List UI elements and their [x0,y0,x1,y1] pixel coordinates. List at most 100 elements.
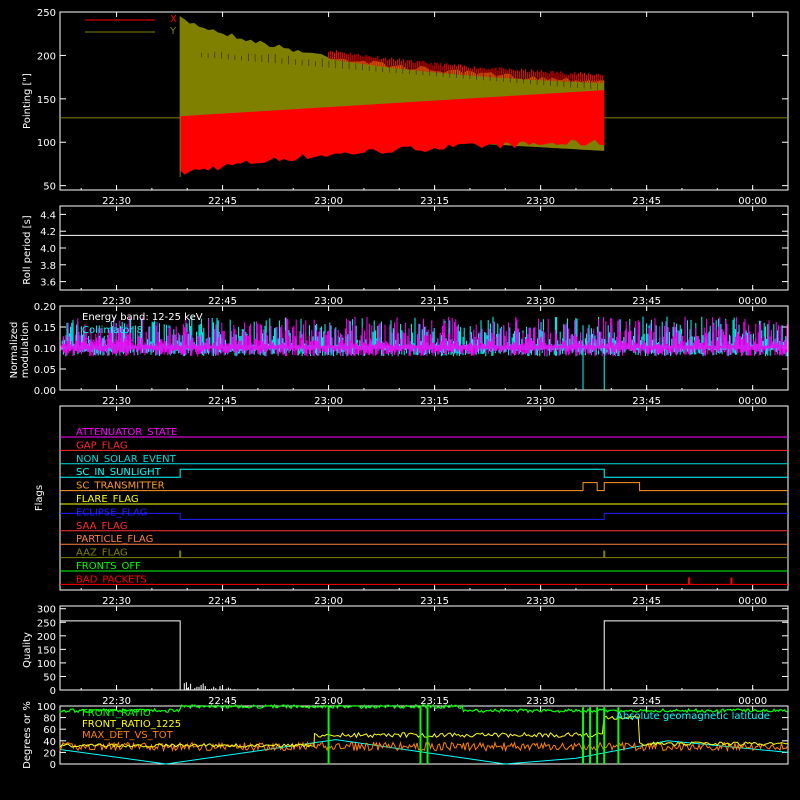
y-tick-label: 100 [37,659,56,670]
panel-pointing-ylabel: Pointing ["] [22,73,33,129]
panel-flags-ylabel: Flags [34,485,45,511]
legend-y-label: Y [169,26,177,37]
y-tick-label: 50 [43,672,56,683]
y-tick-label: 150 [37,95,56,106]
quality-after [603,620,788,690]
x-tick-label: 00:00 [738,296,767,307]
y-tick-label: 0.00 [34,386,56,397]
x-tick-label: 00:00 [738,596,767,607]
flag-label-fronts-off: FRONTS_OFF [76,561,141,572]
y-tick-label: 3.6 [40,278,56,289]
panel-flags-data: ATTENUATOR_STATE GAP_FLAG NON_SOLAR_EVENT S… [60,427,788,585]
x-tick-label: 22:30 [102,596,131,607]
flag-label-saa-flag: SAA_FLAG [76,521,127,532]
legend-x-label: X [170,14,177,25]
x-tick-label: 22:30 [102,696,131,707]
x-tick-label: 23:15 [420,396,449,407]
y-tick-label: 100 [37,702,56,713]
y-tick-label: 80 [43,714,56,725]
panel-roll: Roll period [s] 3.6 3.8 4.0 4.2 4.4 22:30 22:… [22,205,789,307]
x-tick-label: 23:30 [526,596,555,607]
y-tick-label: 3.8 [40,261,56,272]
y-tick-label: 150 [37,645,56,656]
x-tick-label: 22:30 [102,196,131,207]
panel-quality-yticks: 0 50 100 150 200 250 300 [37,605,788,697]
y-tick-label: 0 [50,760,56,771]
flag-line-eclipse-flag [60,512,788,520]
y-tick-label: 50 [43,182,56,193]
panel-roll-yticks: 3.6 3.8 4.0 4.2 4.4 [40,210,788,289]
panel-pointing: Pointing ["] 50 100 150 200 250 22:30 22:45 23… [22,8,789,207]
x-tick-label: 23:30 [526,696,555,707]
x-tick-label: 23:30 [526,196,555,207]
legend-max-det: MAX_DET_VS_TOT [82,730,174,741]
y-tick-label: 0.20 [34,302,56,313]
y-tick-label: 0.05 [34,365,56,376]
panel-modulation-ylabel-1: Normalized [9,322,20,379]
x-tick-label: 22:45 [208,596,237,607]
x-tick-label: 23:30 [526,296,555,307]
x-tick-label: 23:15 [420,196,449,207]
x-tick-label: 23:45 [632,596,661,607]
quality-before [60,620,181,690]
y-tick-label: 4.0 [40,244,56,255]
x-tick-label: 23:15 [420,596,449,607]
panel-flags-xticks: 22:30 22:45 23:00 23:15 23:30 23:45 00:00 [80,406,767,607]
x-tick-label: 23:00 [314,296,343,307]
flag-label-sc-in-sunlight: SC_IN_SUNLIGHT [76,467,162,478]
panel-modulation-data [60,316,788,390]
legend-front-ratio-1225: FRONT_RATIO_1225 [82,719,181,730]
y-tick-label: 200 [37,632,56,643]
x-tick-label: 22:30 [102,296,131,307]
x-tick-label: 23:00 [314,196,343,207]
legend-geomag-lat: Absolute geomagnetic latitude [616,711,770,722]
flag-label-bad-packets: BAD_PACKETS [76,574,147,585]
flag-label-attenuator-state: ATTENUATOR_STATE [76,427,177,438]
y-tick-label: 4.4 [40,210,56,221]
x-tick-label: 00:00 [738,696,767,707]
x-tick-label: 00:00 [738,196,767,207]
flag-label-aaz-flag: AAZ_FLAG [76,548,128,559]
x-tick-label: 22:45 [208,196,237,207]
flag-label-gap-flag: GAP_FLAG [76,440,128,451]
panel-quality-frame [59,605,789,691]
y-tick-label: 0 [50,686,56,697]
panel-quality-data [60,620,788,690]
x-tick-label: 22:30 [102,396,131,407]
panel-quality-ylabel: Quality [22,632,33,668]
x-tick-label: 23:30 [526,396,555,407]
y-tick-label: 4.2 [40,227,56,238]
x-tick-label: 22:45 [208,296,237,307]
panel-roll-frame [59,205,789,291]
y-tick-label: 100 [37,138,56,149]
panel-flags: Flags 22:30 22:45 23:00 23:15 23:30 23:45 00:0… [34,405,789,607]
y-tick-label: 0.10 [34,344,56,355]
panel-ratio: Degrees or % 020406080100 FRONT_RATIO FR… [22,701,789,771]
x-tick-label: 23:45 [632,296,661,307]
y-tick-label: 40 [43,737,56,748]
y-tick-label: 60 [43,725,56,736]
annotation-collimator-9: Collimator 9 [82,337,143,348]
flag-line-sc-in-sunlight [60,468,788,478]
panel-roll-xticks: 22:30 22:45 23:00 23:15 23:30 23:45 00:00 [80,206,767,307]
flag-label-particle-flag: PARTICLE_FLAG [76,534,153,545]
y-tick-label: 250 [37,8,56,19]
panel-quality: Quality 050100150200250300 22:30 22:45 23:… [22,605,789,707]
x-tick-label: 22:45 [208,396,237,407]
quality-spikes [181,682,236,690]
y-tick-label: 300 [37,605,56,616]
x-tick-label: 23:45 [632,696,661,707]
legend-front-ratio: FRONT_RATIO [82,708,151,719]
x-tick-label: 23:00 [314,396,343,407]
x-tick-label: 23:45 [632,396,661,407]
hessi-overview-plot: Pointing ["] 50 100 150 200 250 22:30 22:45 23… [9,8,789,771]
y-tick-label: 250 [37,618,56,629]
x-tick-label: 00:00 [738,396,767,407]
panel-pointing-data [60,16,788,177]
flag-label-flare-flag: FLARE_FLAG [76,494,139,505]
y-tick-label: 200 [37,51,56,62]
panel-roll-ylabel: Roll period [s] [22,215,33,284]
annotation-collimator-8: Collimator 8 [82,325,143,336]
y-tick-label: 0.15 [34,323,56,334]
flag-line-sc-transmitter [60,482,788,492]
